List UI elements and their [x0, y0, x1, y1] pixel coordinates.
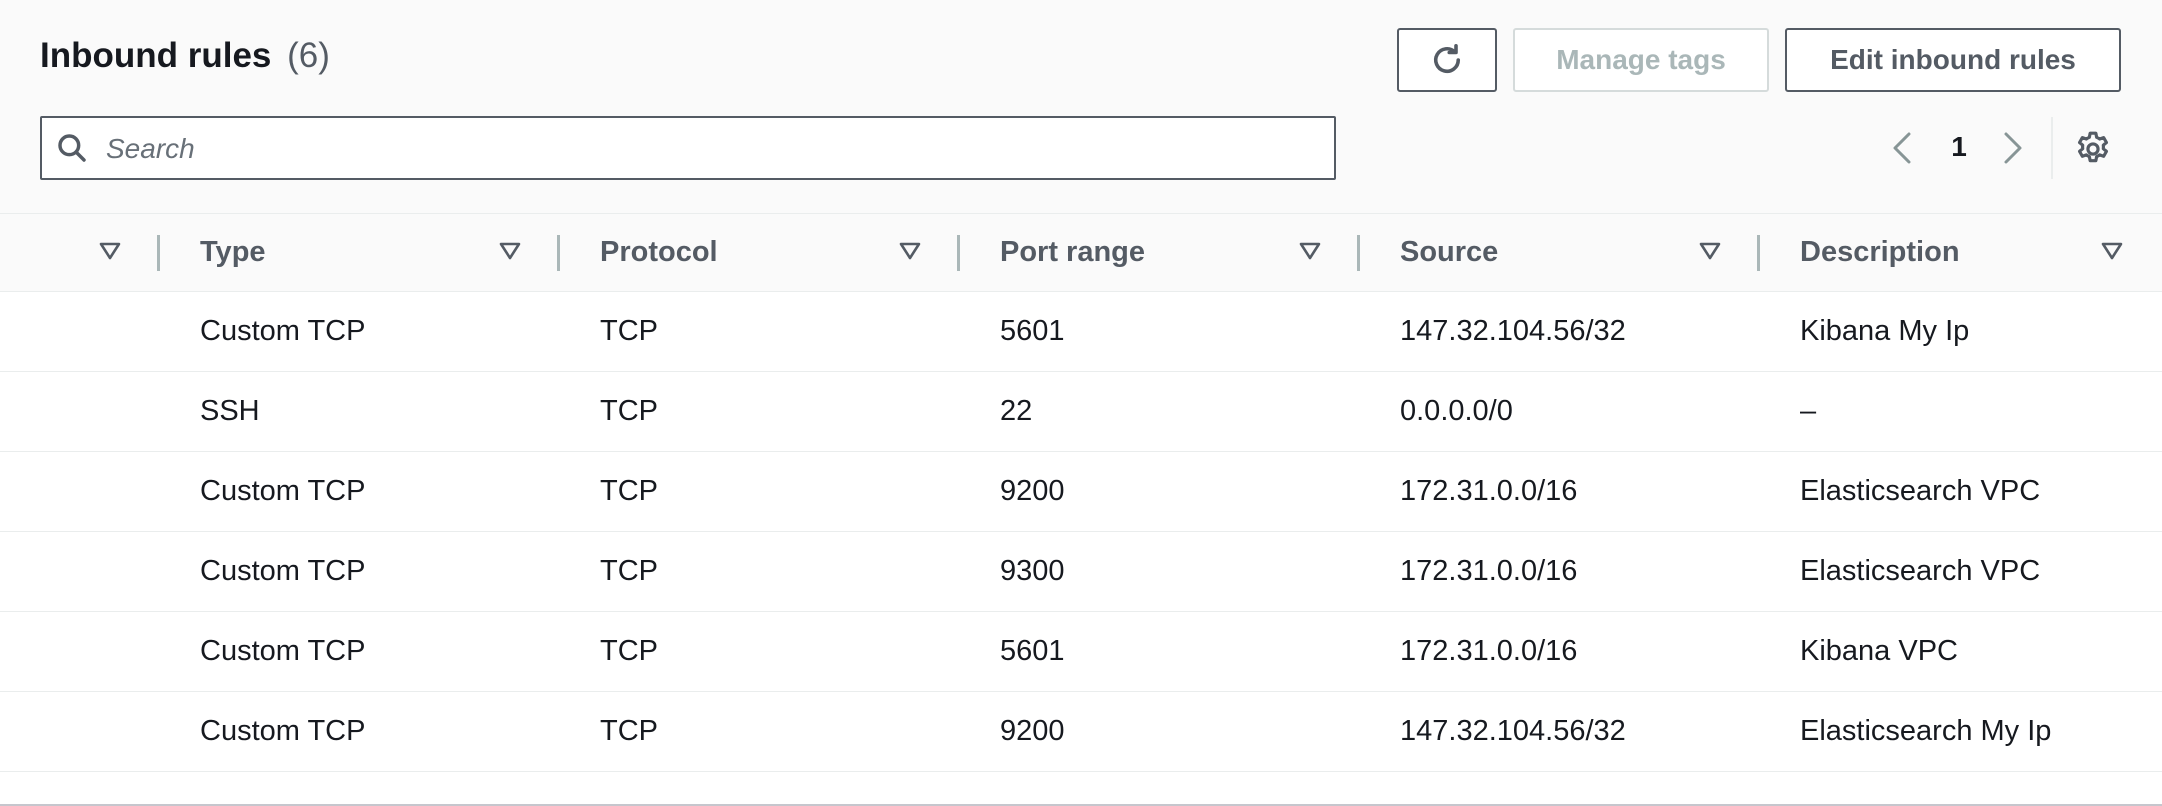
chevron-right-icon[interactable]: [1998, 128, 2028, 168]
refresh-icon: [1433, 43, 1461, 74]
row-select-cell: [0, 371, 160, 452]
panel-title: Inbound rules (6): [40, 36, 330, 76]
column-header-type[interactable]: Type: [160, 213, 560, 292]
cell-protocol: TCP: [560, 531, 960, 612]
sort-icon: [2101, 242, 2123, 260]
table-row[interactable]: SSH TCP 22 0.0.0.0/0 –: [0, 371, 2162, 452]
search-icon: [58, 134, 86, 162]
row-select-cell: [0, 611, 160, 692]
cell-port-range: 22: [960, 371, 1360, 452]
sort-icon: [1299, 242, 1321, 260]
cell-description: –: [1760, 371, 2162, 452]
column-label: Description: [1800, 236, 1960, 268]
cell-source: 172.31.0.0/16: [1360, 531, 1760, 612]
column-header-port-range[interactable]: Port range: [960, 213, 1360, 292]
cell-type: Custom TCP: [160, 691, 560, 772]
refresh-button[interactable]: [1397, 28, 1497, 92]
table-header-row: Type Protocol Port range Source Descript…: [0, 213, 2162, 292]
cell-description: Kibana VPC: [1760, 611, 2162, 692]
cell-protocol: TCP: [560, 371, 960, 452]
table-row[interactable]: Custom TCP TCP 5601 147.32.104.56/32 Kib…: [0, 291, 2162, 372]
table-row[interactable]: Custom TCP TCP 9300 172.31.0.0/16 Elasti…: [0, 531, 2162, 612]
rules-count: (6): [287, 36, 330, 75]
sort-icon: [499, 242, 521, 260]
cell-source: 172.31.0.0/16: [1360, 611, 1760, 692]
cell-source: 0.0.0.0/0: [1360, 371, 1760, 452]
cell-protocol: TCP: [560, 691, 960, 772]
column-header-protocol[interactable]: Protocol: [560, 213, 960, 292]
cell-protocol: TCP: [560, 291, 960, 372]
cell-type: SSH: [160, 371, 560, 452]
chevron-left-icon[interactable]: [1887, 128, 1917, 168]
cell-protocol: TCP: [560, 611, 960, 692]
pager-divider: [2051, 117, 2053, 179]
manage-tags-button[interactable]: Manage tags: [1513, 28, 1769, 92]
cell-source: 147.32.104.56/32: [1360, 691, 1760, 772]
cell-description: Kibana My Ip: [1760, 291, 2162, 372]
table-row[interactable]: Custom TCP TCP 9200 147.32.104.56/32 Ela…: [0, 691, 2162, 772]
row-select-cell: [0, 291, 160, 372]
cell-protocol: TCP: [560, 451, 960, 532]
sort-icon: [1699, 242, 1721, 260]
row-select-cell: [0, 691, 160, 772]
cell-port-range: 9200: [960, 451, 1360, 532]
page-number[interactable]: 1: [1944, 131, 1974, 163]
gear-icon[interactable]: [2074, 130, 2112, 168]
column-header-description[interactable]: Description: [1760, 213, 2162, 292]
column-header-source[interactable]: Source: [1360, 213, 1760, 292]
column-label: Port range: [1000, 236, 1146, 268]
cell-source: 172.31.0.0/16: [1360, 451, 1760, 532]
cell-port-range: 9200: [960, 691, 1360, 772]
column-header-select[interactable]: [0, 213, 160, 292]
cell-source: 147.32.104.56/32: [1360, 291, 1760, 372]
sort-icon: [99, 242, 121, 260]
cell-port-range: 5601: [960, 291, 1360, 372]
cell-description: Elasticsearch My Ip: [1760, 691, 2162, 772]
inbound-rules-table: Type Protocol Port range Source Descript…: [0, 213, 2162, 772]
inbound-rules-panel: Inbound rules (6) Manage tags Edit inbou…: [0, 0, 2162, 806]
cell-description: Elasticsearch VPC: [1760, 531, 2162, 612]
panel-title-text: Inbound rules: [40, 36, 272, 75]
table-row[interactable]: Custom TCP TCP 5601 172.31.0.0/16 Kibana…: [0, 611, 2162, 692]
column-label: Protocol: [600, 236, 718, 268]
cell-type: Custom TCP: [160, 531, 560, 612]
column-label: Source: [1400, 236, 1499, 268]
search-box[interactable]: [40, 116, 1336, 180]
cell-type: Custom TCP: [160, 291, 560, 372]
search-input[interactable]: [104, 124, 1318, 174]
edit-inbound-rules-button[interactable]: Edit inbound rules: [1785, 28, 2121, 92]
cell-type: Custom TCP: [160, 611, 560, 692]
sort-icon: [899, 242, 921, 260]
row-select-cell: [0, 531, 160, 612]
cell-description: Elasticsearch VPC: [1760, 451, 2162, 532]
cell-type: Custom TCP: [160, 451, 560, 532]
column-label: Type: [200, 236, 266, 268]
table-row[interactable]: Custom TCP TCP 9200 172.31.0.0/16 Elasti…: [0, 451, 2162, 532]
cell-port-range: 9300: [960, 531, 1360, 612]
row-select-cell: [0, 451, 160, 532]
cell-port-range: 5601: [960, 611, 1360, 692]
